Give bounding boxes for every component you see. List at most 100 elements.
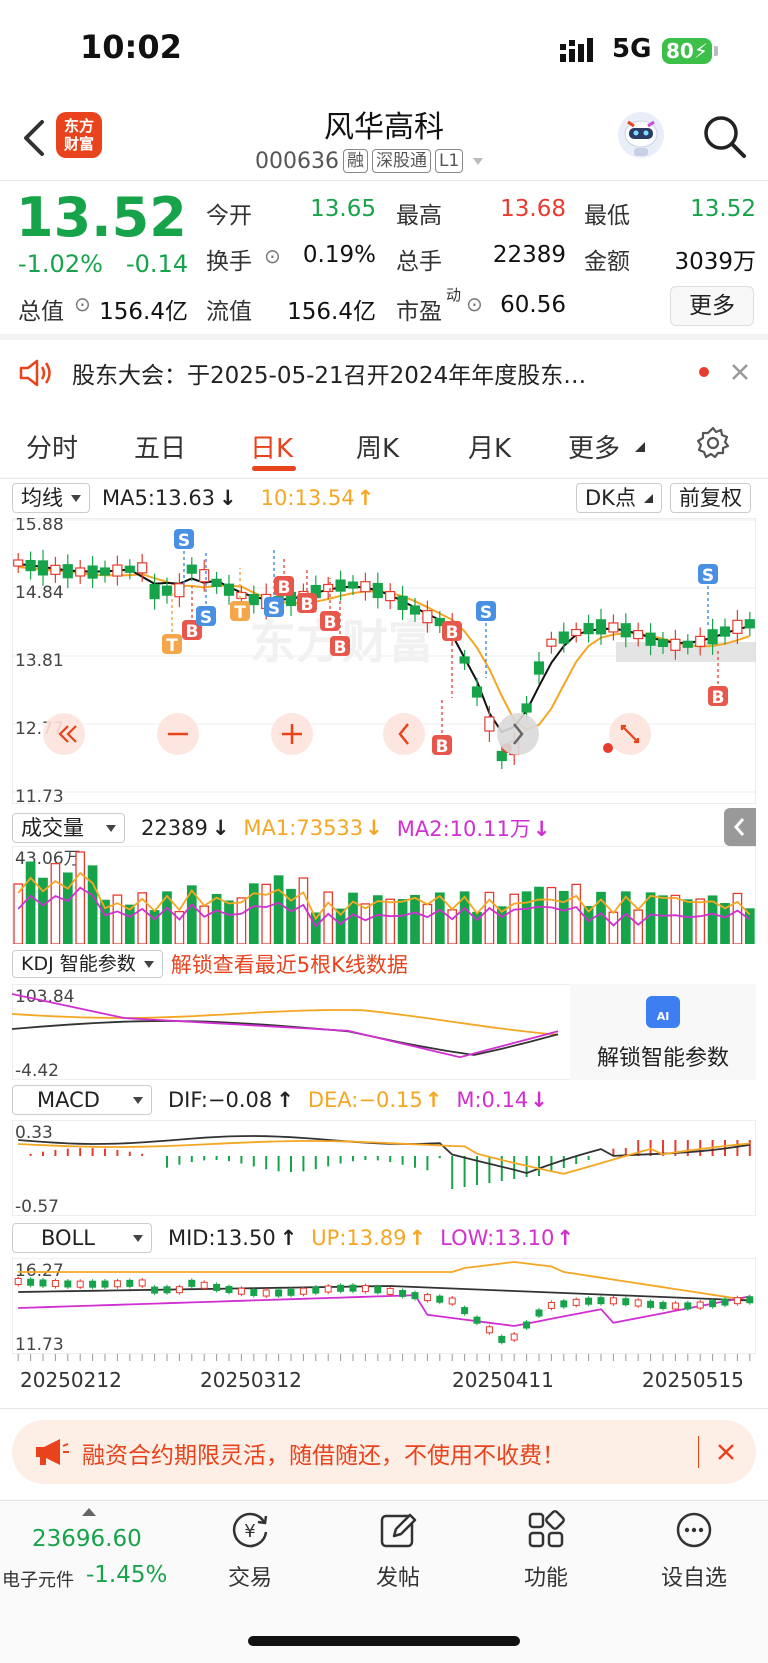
candle-body (347, 581, 359, 589)
volume-bar (682, 899, 693, 944)
dk-point-button[interactable]: DK点 (576, 483, 662, 513)
candle-body (335, 579, 346, 592)
boll-candle-body (386, 1287, 394, 1295)
chevron-down-icon (106, 824, 116, 832)
grid-apps-icon (528, 1510, 565, 1548)
info-icon[interactable]: ⊙ (466, 292, 483, 316)
arrow-down-icon: ↓ (532, 817, 551, 841)
candle-body (608, 622, 619, 633)
adjust-mode-button[interactable]: 前复权 (670, 483, 751, 513)
chevron-down-icon (71, 494, 81, 502)
close-icon[interactable] (716, 1442, 736, 1462)
boll-candle-body (225, 1286, 233, 1294)
boll-candle-body (39, 1279, 47, 1287)
nav-post-label: 发帖 (375, 1566, 420, 1591)
volume-bar (236, 897, 247, 944)
boll-candle-body (585, 1297, 593, 1305)
boll-selector[interactable]: BOLL (12, 1223, 152, 1253)
tab-weekly-k[interactable]: 周K (356, 428, 399, 465)
signal-letter: S (268, 599, 280, 619)
candle-body (583, 623, 594, 635)
chart-controls[interactable] (43, 713, 651, 755)
index-ticker[interactable]: 23696.60 电子元件 -1.45% (0, 1504, 180, 1604)
collapse-panel-button[interactable] (724, 808, 756, 846)
promo-banner[interactable]: 融资合约期限灵活，随借随还，不使用不收费！ (12, 1420, 756, 1484)
volume-bar (633, 909, 644, 944)
price-tick-label: 14.84 (15, 583, 64, 603)
candle-body (732, 619, 743, 634)
kdj-d-line (12, 1020, 559, 1056)
kdj-unlock-hint[interactable]: 解锁查看最近5根K线数据 (171, 949, 408, 979)
date-label: 20250411 (452, 1368, 554, 1392)
candle-body (99, 567, 111, 576)
boll-candle-body (138, 1279, 146, 1287)
step-forward-button[interactable] (497, 713, 539, 755)
boll-candle-body (188, 1279, 196, 1287)
signal-letter: B (278, 578, 291, 598)
macd-selector[interactable]: MACD (12, 1085, 152, 1115)
signal-letter: T (234, 603, 246, 623)
amount-value: 3039万 (674, 249, 756, 275)
tab-intraday[interactable]: 分时 (26, 428, 78, 465)
ma10-text: 10:13.54 (260, 486, 355, 510)
nav-post[interactable]: 发帖 (348, 1508, 448, 1592)
pe-value: 60.56 (500, 292, 566, 318)
arrow-up-icon: ↑ (356, 486, 375, 510)
settings-gear-icon[interactable] (696, 426, 730, 460)
change-amount: -0.14 (126, 250, 189, 278)
nav-functions[interactable]: 功能 (496, 1508, 596, 1592)
nav-trade[interactable]: ¥ 交易 (200, 1508, 300, 1592)
candle-body (558, 631, 569, 644)
vol-ma1-readout: MA1:73533↓ (243, 816, 382, 840)
volume-chart[interactable]: 43.06万 (12, 846, 756, 944)
kdj-unlock-overlay[interactable]: AI 解锁智能参数 (570, 984, 756, 1080)
vol-ma2-text: MA2:10.11万 (396, 817, 531, 841)
volume-bar (75, 851, 86, 944)
candle-body (670, 638, 681, 651)
volume-selector[interactable]: 成交量 (12, 813, 125, 843)
tab-more[interactable]: 更多 (568, 428, 620, 465)
macd-bottom-tick: -0.57 (15, 1197, 59, 1216)
nav-add-watchlist[interactable]: 设自选 (644, 1508, 744, 1592)
tab-five-day[interactable]: 五日 (134, 428, 186, 465)
volume-control-bar: 成交量 22389 ↓ MA1:73533↓ MA2:10.11万↓ (12, 810, 550, 846)
candle-body (546, 638, 557, 647)
candle-body (149, 583, 160, 600)
volume-bar (385, 898, 396, 944)
volume-value: 22389 (492, 242, 566, 268)
volume-label: 总手 (396, 249, 442, 275)
robot-assistant-icon[interactable] (614, 108, 668, 162)
ma-selector[interactable]: 均线 (12, 483, 90, 513)
close-icon[interactable] (730, 362, 750, 382)
boll-candle-body (671, 1302, 679, 1310)
vol-ma2-readout: MA2:10.11万↓ (397, 813, 551, 843)
tab-monthly-k[interactable]: 月K (468, 428, 511, 465)
info-icon[interactable]: ⊙ (264, 244, 281, 268)
info-icon[interactable]: ⊙ (74, 292, 91, 316)
index-name: 电子元件 (2, 1570, 74, 1591)
period-tabs: 分时 五日 日K 周K 月K 更多 (0, 410, 768, 478)
boll-candle-body (659, 1301, 667, 1309)
signal-icon (560, 38, 593, 62)
unlock-smart-params-button[interactable]: 解锁智能参数 (570, 1040, 756, 1072)
candle-body (211, 578, 222, 587)
rewind-button[interactable] (43, 713, 85, 755)
candle-body (75, 567, 86, 577)
ai-badge: AI (656, 1010, 670, 1023)
step-back-button[interactable] (383, 713, 425, 755)
tab-daily-k[interactable]: 日K (250, 428, 293, 465)
stock-code: 000636 (255, 148, 339, 174)
search-icon[interactable] (700, 112, 750, 162)
kdj-selector[interactable]: KDJ 智能参数 (12, 950, 163, 978)
boll-candle-body (200, 1281, 208, 1289)
boll-candle-body (312, 1286, 320, 1294)
candle-body (397, 595, 408, 610)
volume-bar (571, 883, 582, 944)
kline-chart[interactable]: 东方财富 STBSTSBBBBBBSSB 15.8814.8413.8112.7… (12, 518, 756, 804)
more-button[interactable]: 更多 (670, 286, 754, 326)
stock-code-row[interactable]: 000636 融 深股通 L1 (255, 146, 484, 176)
boll-candle-body (14, 1278, 22, 1285)
boll-candle-body (213, 1283, 221, 1291)
notice-bar[interactable]: 股东大会：于2025-05-21召开2024年年度股东… (0, 340, 768, 406)
candle-body (13, 559, 24, 567)
